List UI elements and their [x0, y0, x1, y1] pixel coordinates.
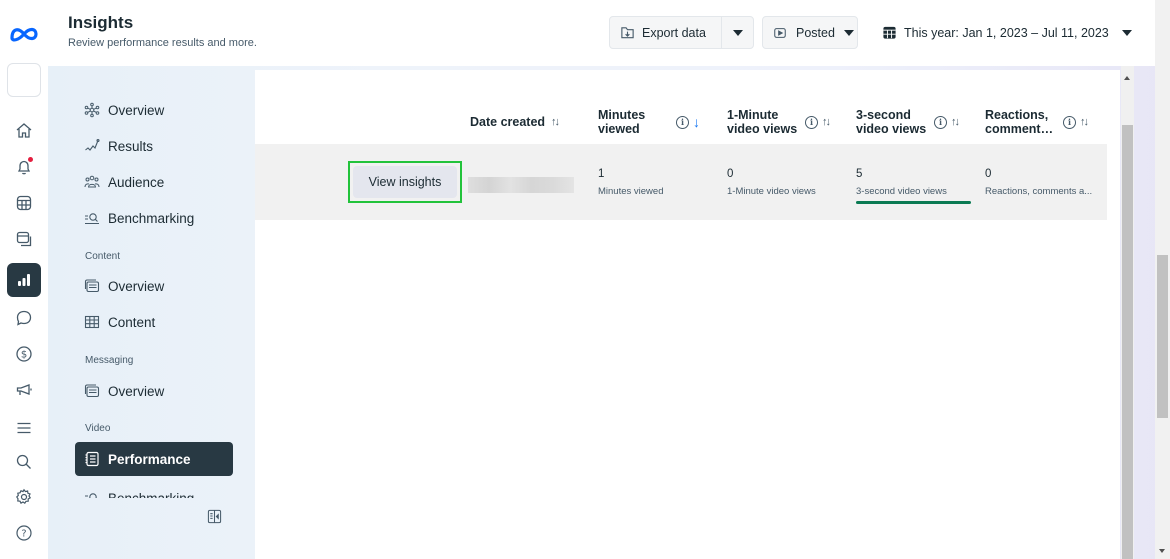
- scroll-down-arrow-icon[interactable]: [1159, 549, 1165, 553]
- sort-icon[interactable]: ↑↓: [1080, 115, 1089, 129]
- reactions-cell: 0 Reactions, comments a...: [985, 168, 1093, 197]
- icon-rail: $ ?: [0, 0, 48, 559]
- chevron-down-icon: [1121, 29, 1132, 36]
- network-icon: [84, 102, 100, 118]
- sidebar-item-label: Benchmarking: [108, 210, 195, 226]
- scrollbar-thumb[interactable]: [1157, 255, 1168, 418]
- chevron-down-icon: [843, 29, 854, 36]
- sidebar-item-overview[interactable]: Overview: [75, 94, 233, 126]
- sidebar-item-content[interactable]: Content: [75, 306, 233, 338]
- menu-icon[interactable]: [9, 413, 39, 443]
- page-scrollbar[interactable]: [1155, 0, 1170, 559]
- table-icon: [84, 315, 100, 329]
- meta-logo-icon[interactable]: [6, 22, 42, 46]
- help-icon[interactable]: ?: [9, 518, 39, 548]
- sort-icon[interactable]: ↑↓: [822, 115, 831, 129]
- cards-icon: [84, 279, 100, 293]
- chevron-down-icon: [732, 29, 743, 36]
- one-minute-views-cell: 0 1-Minute video views: [727, 168, 816, 197]
- page-header: Insights Review performance results and …: [48, 0, 1170, 66]
- page-title: Insights: [68, 13, 134, 32]
- info-icon[interactable]: i: [1063, 115, 1076, 129]
- notifications-icon[interactable]: [9, 152, 39, 182]
- sidebar-item-label: Content: [108, 314, 156, 330]
- sidebar-item-label: Benchmarking: [108, 490, 195, 499]
- column-header-3-second-views[interactable]: 3-second video views i ↑↓: [856, 100, 960, 144]
- info-icon[interactable]: i: [805, 115, 818, 129]
- sidebar-item-messaging-overview[interactable]: Overview: [75, 375, 233, 407]
- trend-line-icon: [85, 138, 100, 151]
- export-options-dropdown[interactable]: [722, 29, 753, 36]
- sidebar-item-video-performance[interactable]: Performance: [75, 442, 233, 476]
- export-data-split-button: Export data: [609, 16, 754, 49]
- sidebar-item-content-overview[interactable]: Overview: [75, 270, 233, 302]
- date-range-picker[interactable]: This year: Jan 1, 2023 – Jul 11, 2023: [882, 16, 1132, 49]
- posted-filter-dropdown[interactable]: Posted: [762, 16, 858, 49]
- home-icon[interactable]: [9, 116, 39, 146]
- cards-icon: [84, 384, 100, 398]
- sort-desc-icon[interactable]: ↓: [693, 115, 700, 129]
- sidebar-item-video-benchmarking[interactable]: Benchmarking: [75, 482, 233, 498]
- date-created-redacted: [468, 177, 574, 193]
- sort-icon[interactable]: ↑↓: [951, 115, 960, 129]
- table-row[interactable]: View insights 1 Minutes viewed 0 1-Minut…: [255, 144, 1107, 220]
- content-stack-icon[interactable]: [9, 224, 39, 254]
- sidebar-item-label: Performance: [108, 451, 191, 467]
- sidebar-scroll-clip: Benchmarking: [75, 478, 235, 498]
- benchmark-search-icon: [85, 493, 97, 498]
- sort-icon[interactable]: ↑↓: [551, 115, 560, 129]
- sidebar-item-label: Overview: [108, 383, 165, 399]
- column-header-minutes-viewed[interactable]: Minutes viewed i ↓: [598, 100, 700, 144]
- scroll-up-arrow-icon[interactable]: [1124, 76, 1130, 80]
- performance-table: Date created ↑↓ Minutes viewed i ↓ 1-Min…: [255, 70, 1107, 559]
- column-header-reactions[interactable]: Reactions, comment… i ↑↓: [985, 100, 1089, 144]
- megaphone-icon[interactable]: [9, 375, 39, 405]
- scrollbar-thumb[interactable]: [1122, 125, 1133, 559]
- table-header: Date created ↑↓ Minutes viewed i ↓ 1-Min…: [255, 100, 1107, 144]
- download-folder-icon: [621, 27, 634, 39]
- svg-text:$: $: [21, 350, 27, 361]
- video-play-icon: [774, 27, 786, 38]
- info-icon[interactable]: i: [676, 115, 689, 129]
- date-range-label: This year: Jan 1, 2023 – Jul 11, 2023: [904, 25, 1109, 40]
- three-second-views-cell: 5 3-second video views: [856, 168, 971, 204]
- sidebar-item-label: Overview: [108, 278, 165, 294]
- column-header-1-minute-views[interactable]: 1-Minute video views i ↑↓: [727, 100, 831, 144]
- insights-bar-chart-icon[interactable]: [7, 263, 41, 297]
- notebook-icon: [85, 451, 99, 467]
- value-bar: [856, 201, 971, 204]
- export-data-button[interactable]: Export data: [610, 17, 722, 48]
- people-icon: [84, 175, 100, 188]
- account-switcher[interactable]: [7, 63, 41, 97]
- sidebar-section-title: Messaging: [85, 355, 134, 366]
- table-scrollbar[interactable]: [1121, 66, 1134, 559]
- calendar-icon: [883, 26, 896, 39]
- minutes-viewed-cell: 1 Minutes viewed: [598, 168, 664, 197]
- benchmark-search-icon: [85, 213, 99, 225]
- sidebar-item-label: Audience: [108, 174, 165, 190]
- insights-sidebar: Overview Results Audience Benchmarking C…: [75, 90, 235, 490]
- sidebar-item-audience[interactable]: Audience: [75, 166, 233, 198]
- search-icon[interactable]: [9, 447, 39, 477]
- svg-text:?: ?: [21, 529, 26, 540]
- video-performance-card: Date created ↑↓ Minutes viewed i ↓ 1-Min…: [255, 70, 1120, 559]
- notification-dot: [28, 157, 33, 162]
- page-subtitle: Review performance results and more.: [68, 37, 257, 49]
- sidebar-item-results[interactable]: Results: [75, 130, 233, 162]
- sidebar-item-label: Overview: [108, 102, 165, 118]
- sidebar-item-label: Results: [108, 138, 154, 154]
- sidebar-section-title: Video: [85, 423, 111, 434]
- collapse-sidebar-icon[interactable]: [205, 507, 223, 525]
- sidebar-section-title: Content: [85, 251, 121, 262]
- view-insights-button[interactable]: View insights: [353, 166, 457, 198]
- export-data-label: Export data: [642, 25, 706, 40]
- settings-gear-icon[interactable]: [9, 482, 39, 512]
- sidebar-item-benchmarking[interactable]: Benchmarking: [75, 202, 233, 234]
- calendar-grid-icon[interactable]: [9, 188, 39, 218]
- dollar-icon[interactable]: $: [9, 339, 39, 369]
- posted-label: Posted: [796, 25, 835, 40]
- info-icon[interactable]: i: [934, 115, 947, 129]
- chat-bubble-icon[interactable]: [9, 303, 39, 333]
- column-header-date-created[interactable]: Date created ↑↓: [470, 100, 560, 144]
